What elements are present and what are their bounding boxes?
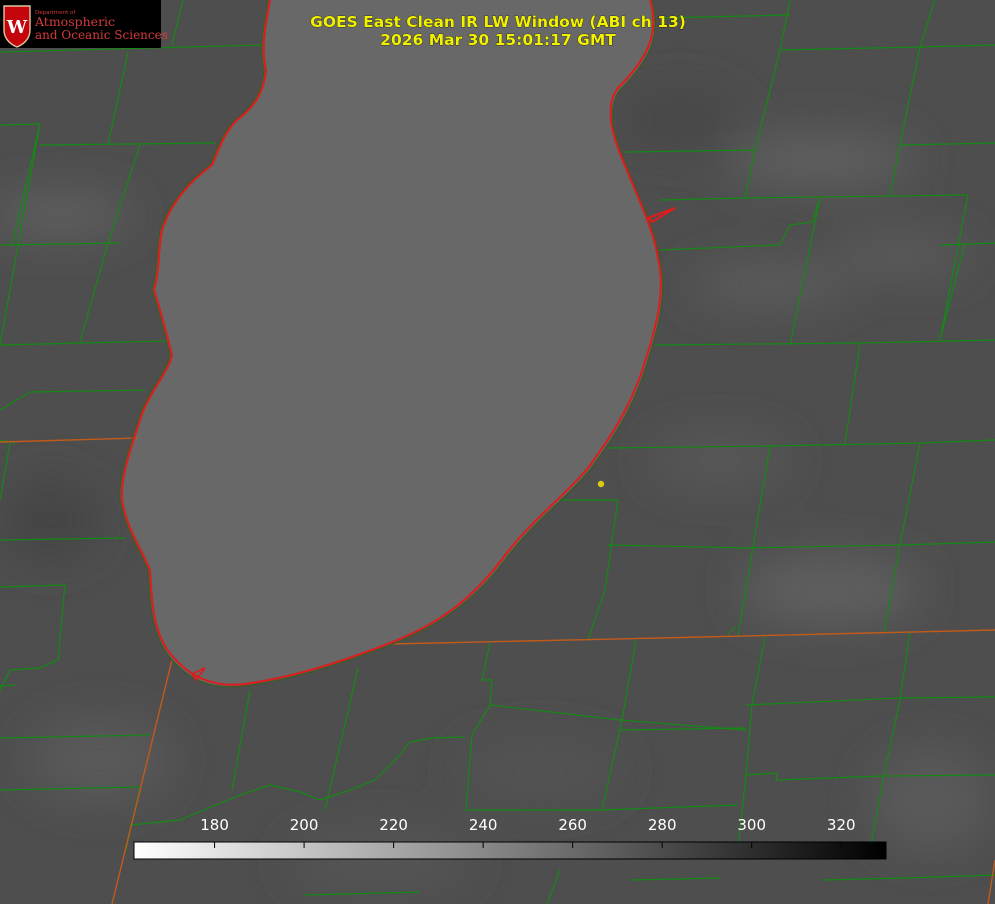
colorbar-tick-label: 260: [558, 816, 587, 834]
uw-crest-icon: W: [3, 5, 31, 48]
colorbar-tick-label: 240: [469, 816, 498, 834]
station-marker: [597, 480, 605, 488]
title-line-2: 2026 Mar 30 15:01:17 GMT: [380, 31, 616, 49]
logo-line-2: and Oceanic Sciences: [35, 28, 168, 42]
colorbar-tick-label: 280: [648, 816, 677, 834]
colorbar-tick-label: 200: [290, 816, 319, 834]
logo-line-1: Atmospheric: [34, 14, 115, 29]
colorbar-tick-label: 300: [737, 816, 766, 834]
crest-letter: W: [6, 17, 28, 38]
satellite-map: GOES East Clean IR LW Window (ABI ch 13)…: [0, 0, 995, 904]
colorbar-tick-label: 220: [379, 816, 408, 834]
title-line-1: GOES East Clean IR LW Window (ABI ch 13): [310, 13, 686, 31]
colorbar-gradient: [133, 841, 887, 860]
aos-logo: W Department of Atmospheric and Oceanic …: [0, 0, 168, 48]
colorbar-tick-label: 320: [827, 816, 856, 834]
colorbar-tick-label: 180: [200, 816, 229, 834]
